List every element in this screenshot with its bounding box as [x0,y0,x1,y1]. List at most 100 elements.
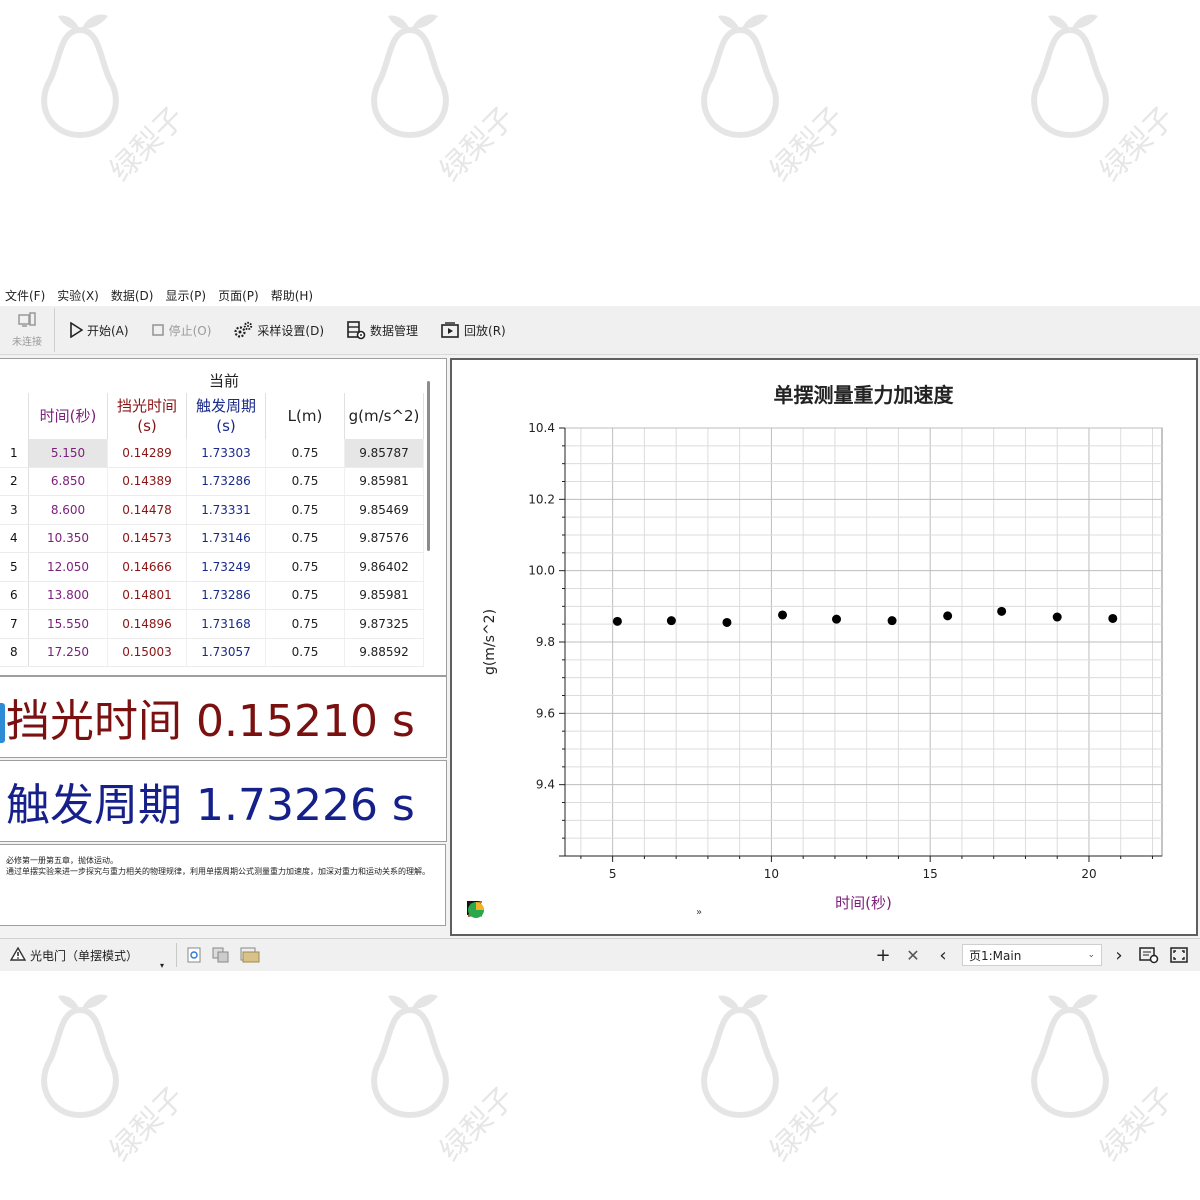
cell-trigger-period[interactable]: 1.73303 [186,439,266,468]
column-header-time[interactable]: 时间(秒) [28,393,108,439]
cell-block-time[interactable]: 0.15003 [107,638,187,667]
cell-block-time[interactable]: 0.14289 [107,439,187,468]
stop-button[interactable]: 停止(O) [143,315,220,345]
cell-block-time[interactable]: 0.14478 [107,495,187,525]
cell-length[interactable]: 0.75 [265,467,345,496]
scrollbar-thumb[interactable] [427,381,430,551]
cell-trigger-period[interactable]: 1.73249 [186,552,266,582]
dropdown-arrow-icon[interactable]: ▾ [160,961,164,970]
cell-g[interactable]: 9.85787 [344,439,424,468]
cell-block-time[interactable]: 0.14666 [107,552,187,582]
data-point[interactable] [1052,612,1062,622]
table-row[interactable]: 4 10.350 0.14573 1.73146 0.75 9.87576 [0,524,424,553]
playback-label: 回放(R) [464,323,506,338]
data-point[interactable] [887,616,897,626]
statistics-pie-icon[interactable] [468,900,664,924]
connection-button[interactable]: 未连接 [0,308,55,352]
add-sensor-icon[interactable] [183,947,205,963]
cell-trigger-period[interactable]: 1.73146 [186,524,266,553]
data-point[interactable] [997,606,1007,616]
table-row[interactable]: 6 13.800 0.14801 1.73286 0.75 9.85981 [0,581,424,610]
data-point[interactable] [1108,613,1118,623]
prev-page-icon[interactable]: ‹ [930,942,956,968]
folder-icon[interactable] [237,946,263,964]
sensor-status[interactable]: 光电门（单摆模式） ▾ [0,946,170,970]
cell-time[interactable]: 10.350 [28,524,108,553]
table-row[interactable]: 1 5.150 0.14289 1.73303 0.75 9.85787 [0,439,424,468]
playback-button[interactable]: 回放(R) [432,315,514,345]
next-page-icon[interactable]: › [1106,942,1132,968]
cell-g[interactable]: 9.87576 [344,524,424,553]
more-tools-icon[interactable]: » [687,900,711,924]
cell-block-time[interactable]: 0.14573 [107,524,187,553]
cell-g[interactable]: 9.85981 [344,581,424,610]
data-point[interactable] [722,617,732,627]
data-management-button[interactable]: 数据管理 [338,315,426,345]
table-row[interactable]: 8 17.250 0.15003 1.73057 0.75 9.88592 [0,638,424,667]
table-row[interactable]: 7 15.550 0.14896 1.73168 0.75 9.87325 [0,609,424,639]
table-row[interactable]: 2 6.850 0.14389 1.73286 0.75 9.85981 [0,467,424,496]
cell-g[interactable]: 9.85469 [344,495,424,525]
zoom-out-icon[interactable] [467,900,548,924]
column-header-g[interactable]: g(m/s^2) [344,393,424,439]
cell-time[interactable]: 5.150 [28,439,108,468]
page-select[interactable]: 页1:Main ⌄ [962,944,1102,966]
zoom-in-icon[interactable] [467,900,519,924]
column-header-trigger-period[interactable]: 触发周期 (s) [186,393,266,439]
start-button[interactable]: 开始(A) [61,315,137,345]
data-point[interactable] [612,616,622,626]
page-settings-icon[interactable] [1136,942,1162,968]
cell-block-time[interactable]: 0.14389 [107,467,187,496]
tangent-icon[interactable] [468,900,606,924]
data-point[interactable] [666,616,676,626]
cell-g[interactable]: 9.86402 [344,552,424,582]
cell-length[interactable]: 0.75 [265,439,345,468]
cell-time[interactable]: 12.050 [28,552,108,582]
menu-page[interactable]: 页面(P) [213,287,266,304]
data-point[interactable] [778,610,788,620]
cell-length[interactable]: 0.75 [265,638,345,667]
cell-time[interactable]: 17.250 [28,638,108,667]
column-header-length[interactable]: L(m) [265,393,345,439]
cell-time[interactable]: 6.850 [28,467,108,496]
menu-data[interactable]: 数据(D) [106,287,161,304]
table-row[interactable]: 5 12.050 0.14666 1.73249 0.75 9.86402 [0,552,424,582]
menu-display[interactable]: 显示(P) [160,287,213,304]
table-scrollbar[interactable] [424,379,434,669]
cell-length[interactable]: 0.75 [265,552,345,582]
cell-trigger-period[interactable]: 1.73286 [186,581,266,610]
cell-time[interactable]: 8.600 [28,495,108,525]
sampling-settings-button[interactable]: 采样设置(D) [225,315,332,345]
cell-length[interactable]: 0.75 [265,524,345,553]
data-point[interactable] [832,614,842,624]
data-point[interactable] [943,611,953,621]
cell-block-time[interactable]: 0.14801 [107,581,187,610]
row-number-header [0,393,29,439]
cell-trigger-period[interactable]: 1.73286 [186,467,266,496]
add-page-icon[interactable]: + [870,942,896,968]
cell-trigger-period[interactable]: 1.73057 [186,638,266,667]
cell-length[interactable]: 0.75 [265,495,345,525]
copy-window-icon[interactable] [209,947,233,963]
table-row[interactable]: 3 8.600 0.14478 1.73331 0.75 9.85469 [0,495,424,525]
menu-experiment[interactable]: 实验(X) [52,287,106,304]
column-header-block-time[interactable]: 挡光时间 (s) [107,393,187,439]
curve-fit-icon[interactable] [467,900,635,924]
cell-time[interactable]: 13.800 [28,581,108,610]
scatter-chart[interactable]: 单摆测量重力加速度 5 10 15 20 9.4 9.6 9.8 10.0 10.2 10.4 时间(… [452,360,1196,934]
cell-block-time[interactable]: 0.14896 [107,609,187,639]
cell-length[interactable]: 0.75 [265,581,345,610]
menu-help[interactable]: 帮助(H) [266,287,320,304]
cell-g[interactable]: 9.88592 [344,638,424,667]
cell-g[interactable]: 9.87325 [344,609,424,639]
cell-g[interactable]: 9.85981 [344,467,424,496]
menu-file[interactable]: 文件(F) [0,287,52,304]
cell-length[interactable]: 0.75 [265,609,345,639]
cell-trigger-period[interactable]: 1.73168 [186,609,266,639]
cell-trigger-period[interactable]: 1.73331 [186,495,266,525]
cell-time[interactable]: 15.550 [28,609,108,639]
fullscreen-icon[interactable] [1166,942,1192,968]
close-page-icon[interactable]: ✕ [900,942,926,968]
trigger-period-value: 触发周期 1.73226 s [6,780,415,831]
pencil-icon[interactable] [467,900,577,924]
